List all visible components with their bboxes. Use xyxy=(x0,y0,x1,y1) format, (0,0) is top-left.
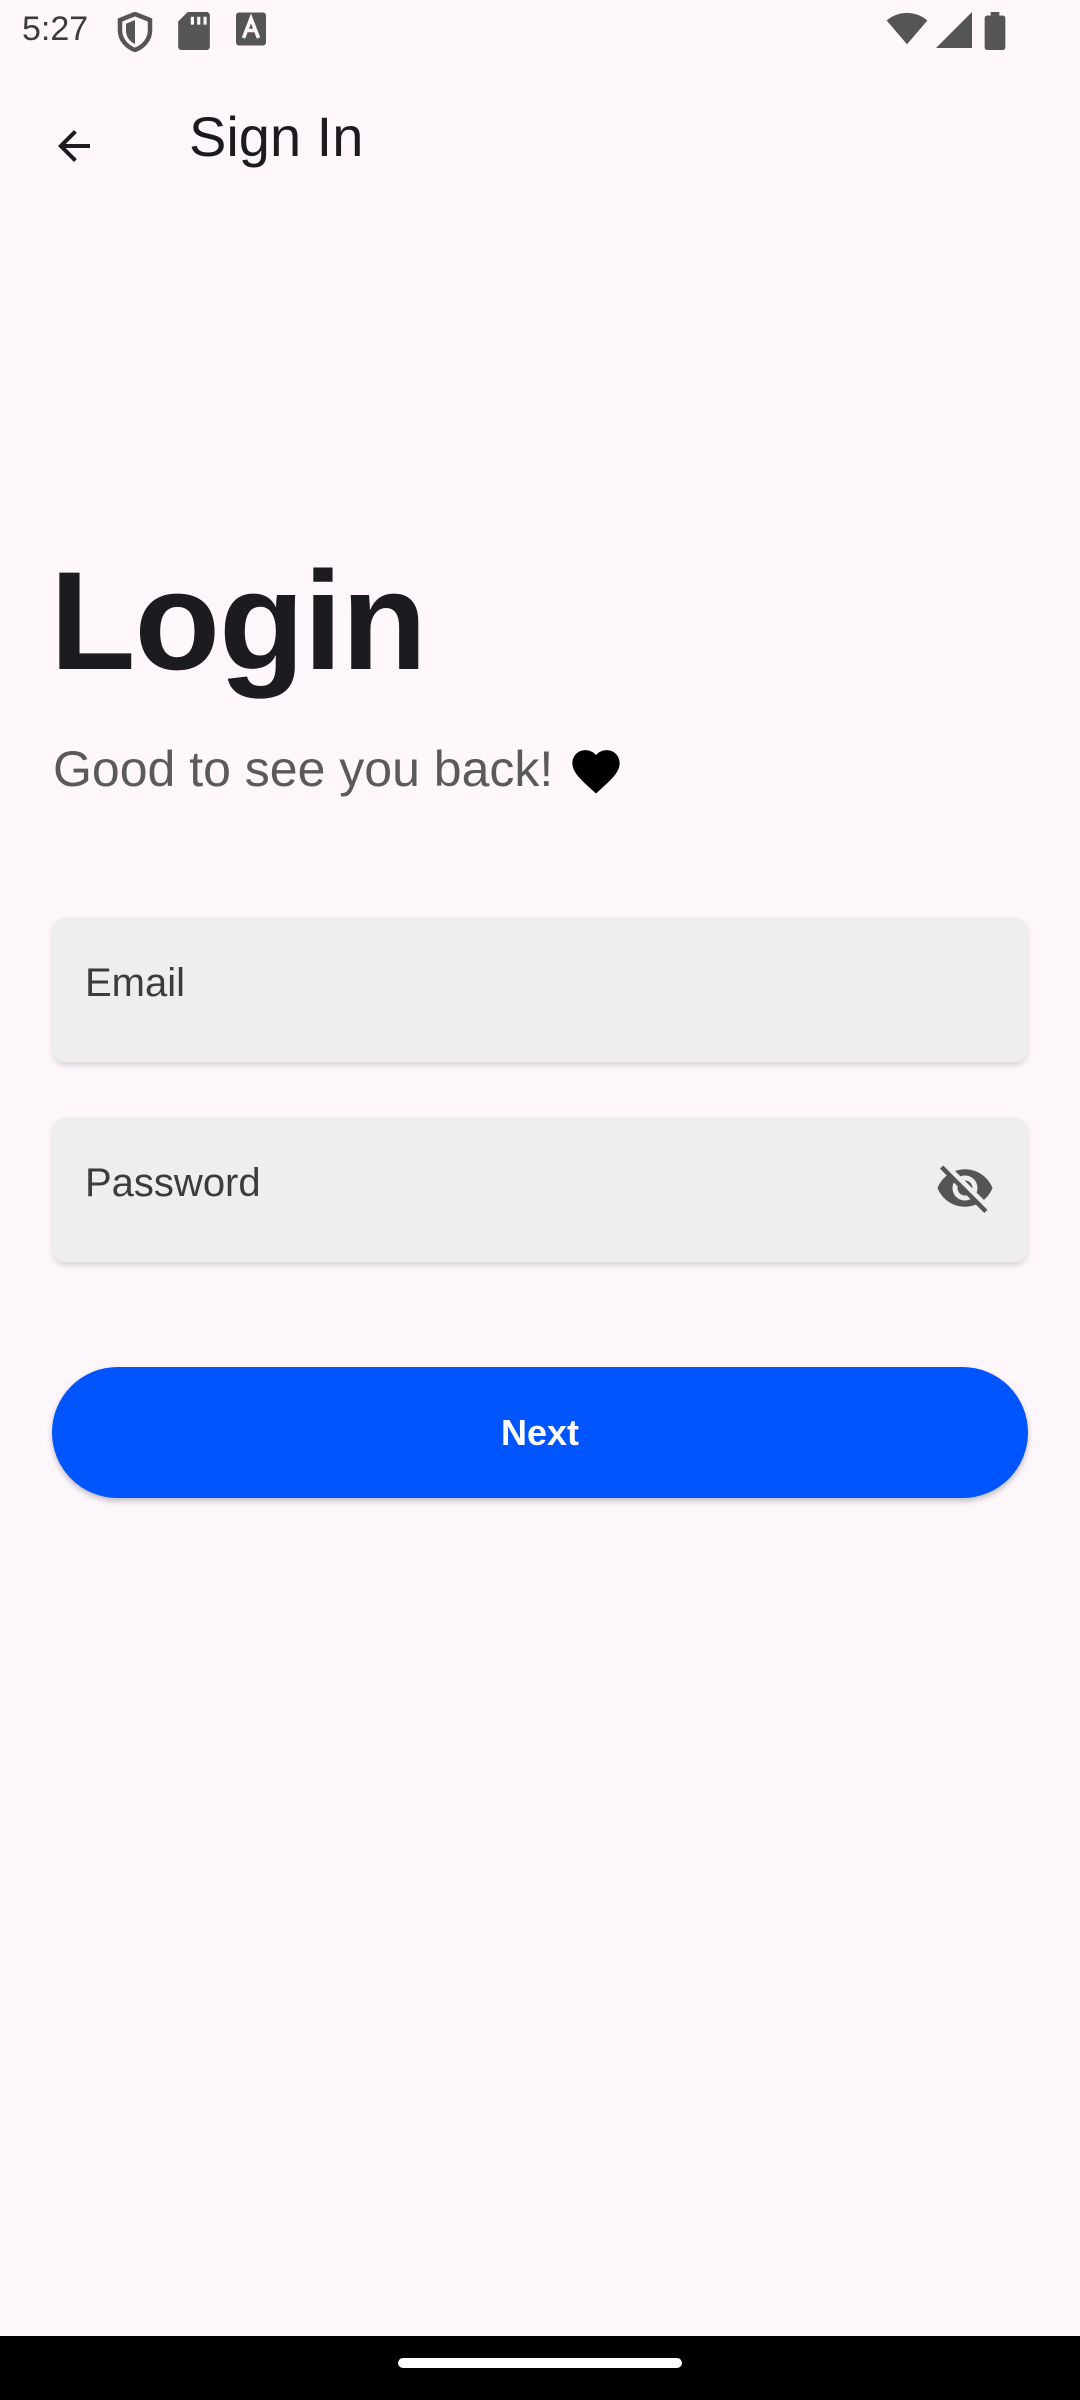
signal-icon xyxy=(936,12,972,53)
login-heading: Login xyxy=(50,542,427,699)
password-field[interactable]: Password xyxy=(52,1117,1028,1262)
password-visibility-toggle[interactable] xyxy=(932,1157,998,1223)
font-a-icon xyxy=(236,12,266,51)
subtitle-text: Good to see you back! xyxy=(53,741,554,797)
shield-icon xyxy=(117,11,153,57)
system-nav-bar xyxy=(0,2336,1080,2400)
status-time: 5:27 xyxy=(22,10,89,48)
wifi-icon xyxy=(886,12,928,51)
email-field[interactable]: Email xyxy=(52,917,1028,1062)
email-field-label: Email xyxy=(85,961,186,1005)
visibility-off-icon xyxy=(935,1158,995,1223)
next-button-label: Next xyxy=(500,1411,580,1453)
password-field-label: Password xyxy=(85,1161,261,1205)
page-title: Sign In xyxy=(189,105,364,168)
next-button[interactable]: Next xyxy=(52,1367,1028,1498)
heart-icon xyxy=(567,743,625,795)
subtitle-row: Good to see you back! xyxy=(53,740,625,798)
back-button[interactable] xyxy=(32,106,116,190)
sd-card-icon xyxy=(178,12,210,55)
battery-icon xyxy=(984,12,1006,55)
status-bar: 5:27 xyxy=(0,0,1080,64)
app-bar: Sign In xyxy=(0,64,1080,208)
home-gesture-handle[interactable] xyxy=(398,2358,682,2368)
arrow-back-icon xyxy=(50,122,98,175)
